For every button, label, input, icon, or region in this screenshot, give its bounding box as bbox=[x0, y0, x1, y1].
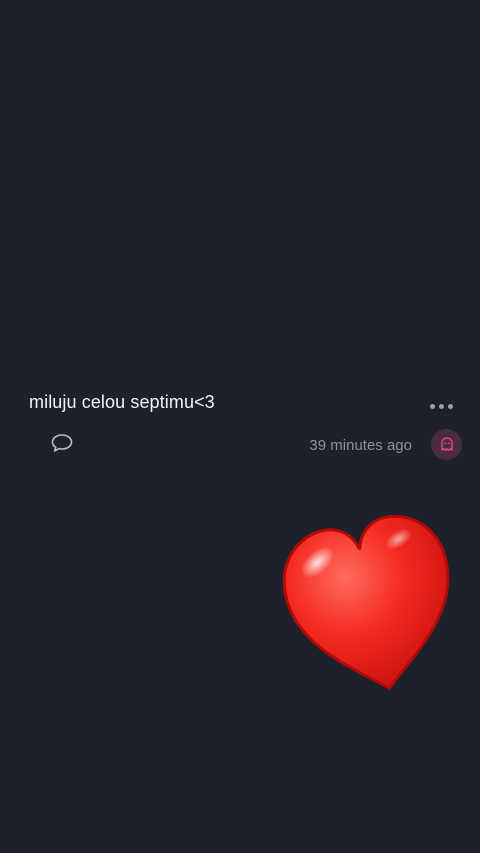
post-card: miluju celou septimu<3 39 minutes ago bbox=[0, 380, 480, 470]
more-options-dot bbox=[447, 403, 453, 409]
more-options-dot bbox=[438, 403, 444, 409]
reaction-button[interactable] bbox=[431, 429, 462, 460]
red-heart-emoji bbox=[282, 514, 450, 691]
more-options-button[interactable] bbox=[424, 396, 458, 416]
post-text: miluju celou septimu<3 bbox=[29, 392, 215, 412]
post-timestamp: 39 minutes ago bbox=[309, 437, 412, 454]
comment-bubble-icon bbox=[51, 434, 73, 452]
story-screen: miluju celou septimu<3 39 minutes ago bbox=[0, 0, 480, 853]
ghost-reaction-icon bbox=[440, 437, 453, 452]
red-heart-sticker[interactable] bbox=[280, 512, 465, 702]
comment-button[interactable] bbox=[49, 431, 75, 455]
more-options-icon bbox=[429, 403, 435, 409]
